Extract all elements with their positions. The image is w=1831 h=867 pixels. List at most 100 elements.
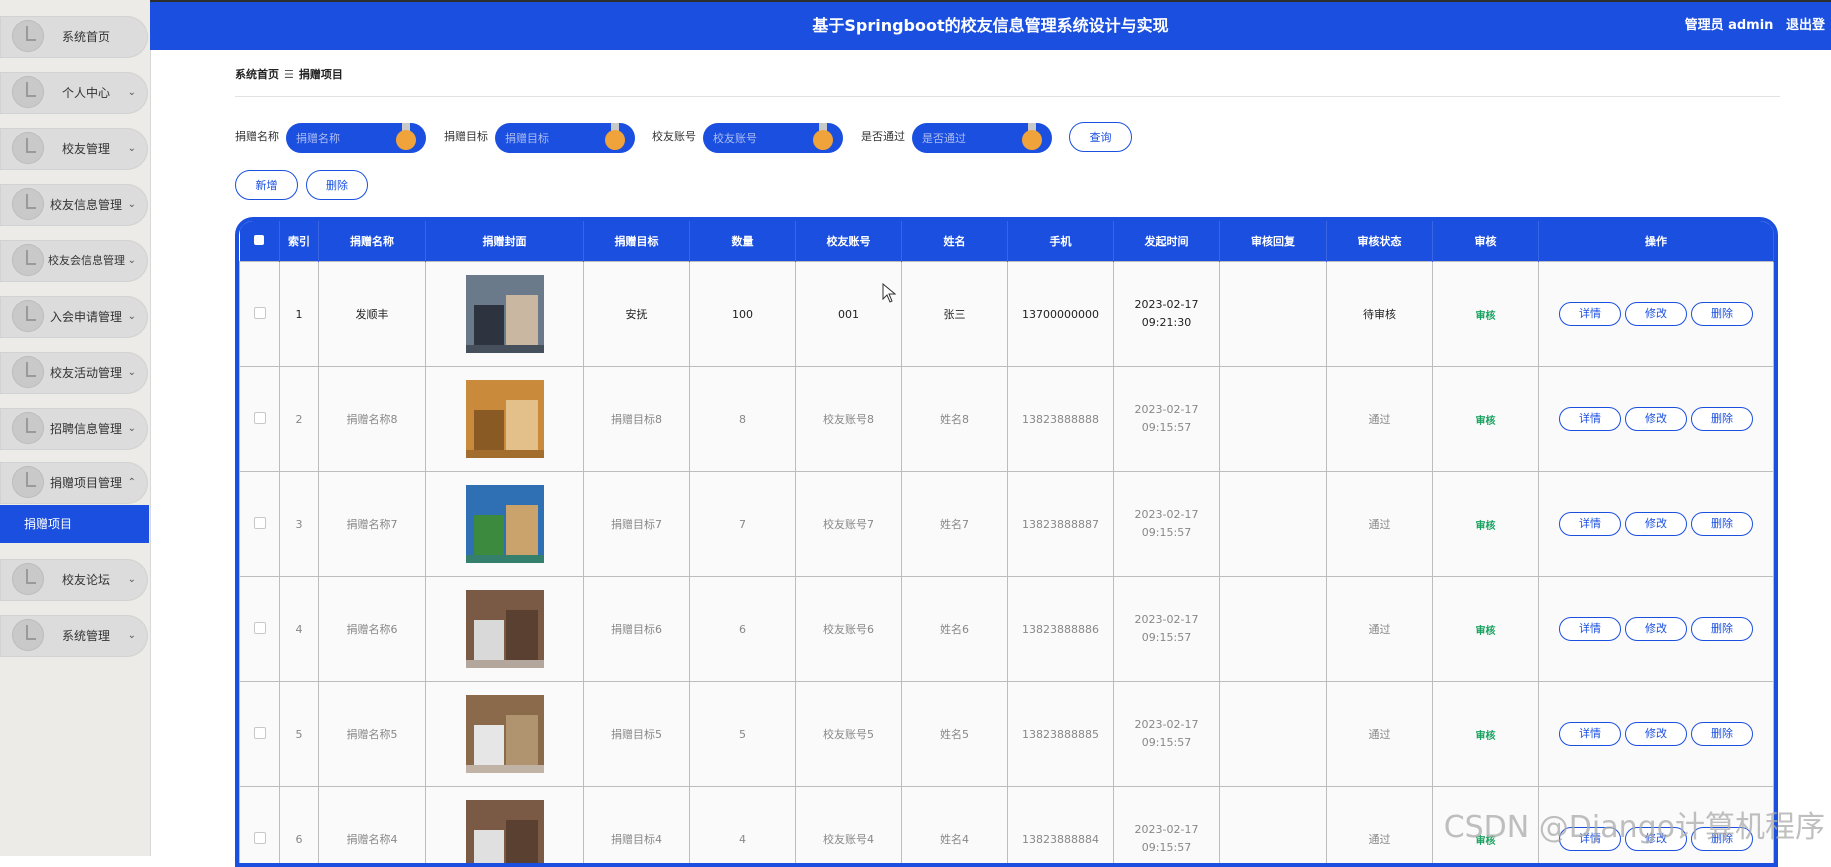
cell-index: 1	[280, 262, 319, 367]
cell-person: 张三	[902, 262, 1008, 367]
delete-button[interactable]: 删除	[1691, 302, 1753, 326]
cell-reply	[1220, 682, 1327, 787]
cell-time: 2023-02-17 09:15:57	[1114, 472, 1220, 577]
cell-person: 姓名5	[902, 682, 1008, 787]
row-checkbox[interactable]	[240, 472, 280, 577]
chevron-down-icon: ⌄	[128, 408, 136, 450]
sidebar-item-activities[interactable]: 校友活动管理 ⌄	[0, 352, 148, 394]
cell-cover	[426, 367, 584, 472]
menu-icon: ☰	[284, 68, 294, 81]
column-header: 捐赠封面	[426, 221, 584, 262]
cell-person: 姓名7	[902, 472, 1008, 577]
row-checkbox[interactable]	[240, 787, 280, 867]
cell-index: 2	[280, 367, 319, 472]
sidebar-item-alumni-info[interactable]: 校友信息管理 ⌄	[0, 184, 148, 226]
cell-name: 捐赠名称4	[319, 787, 426, 867]
detail-button[interactable]: 详情	[1559, 722, 1621, 746]
sidebar-item-personal-center[interactable]: 个人中心 ⌄	[0, 72, 148, 114]
column-header: 姓名	[902, 221, 1008, 262]
row-checkbox[interactable]	[240, 577, 280, 682]
sidebar-item-association-info[interactable]: 校友会信息管理 ⌄	[0, 240, 148, 282]
cell-reply	[1220, 367, 1327, 472]
sidebar-item-label: 入会申请管理	[48, 296, 124, 338]
chevron-down-icon: ⌄	[128, 559, 136, 601]
cell-quantity: 100	[690, 262, 796, 367]
cell-status: 通过	[1327, 682, 1433, 787]
cell-audit: 审核	[1433, 367, 1539, 472]
sidebar: 系统首页 个人中心 ⌄ 校友管理 ⌄ 校友信息管理 ⌄ 校友会信息管理 ⌄ 入会…	[0, 0, 151, 856]
column-header: 审核回复	[1220, 221, 1327, 262]
sidebar-item-membership[interactable]: 入会申请管理 ⌄	[0, 296, 148, 338]
detail-button[interactable]: 详情	[1559, 302, 1621, 326]
cell-account: 校友账号8	[796, 367, 902, 472]
sidebar-item-recruitment[interactable]: 招聘信息管理 ⌄	[0, 408, 148, 450]
sidebar-item-label: 校友论坛	[48, 559, 124, 601]
cell-cover	[426, 472, 584, 577]
cell-target: 捐赠目标8	[584, 367, 690, 472]
logout-link[interactable]: 退出登	[1786, 18, 1825, 33]
clock-icon	[12, 466, 44, 498]
audit-link[interactable]: 审核	[1476, 416, 1496, 427]
delete-button[interactable]: 删除	[1691, 722, 1753, 746]
delete-button[interactable]: 删除	[1691, 512, 1753, 536]
search-label-approved: 是否通过	[861, 129, 905, 145]
sidebar-item-system[interactable]: 系统管理 ⌄	[0, 615, 148, 657]
cell-name: 发顺丰	[319, 262, 426, 367]
query-button[interactable]: 查询	[1069, 122, 1132, 152]
cell-status: 通过	[1327, 577, 1433, 682]
chevron-down-icon: ⌄	[128, 615, 136, 657]
audit-link[interactable]: 审核	[1476, 311, 1496, 322]
edit-button[interactable]: 修改	[1625, 407, 1687, 431]
sidebar-subitem-donation-project[interactable]: 捐赠项目	[0, 505, 149, 543]
cell-person: 姓名6	[902, 577, 1008, 682]
row-checkbox[interactable]	[240, 262, 280, 367]
edit-button[interactable]: 修改	[1625, 617, 1687, 641]
audit-link[interactable]: 审核	[1476, 626, 1496, 637]
cell-audit: 审核	[1433, 472, 1539, 577]
column-header: 校友账号	[796, 221, 902, 262]
clock-icon	[12, 76, 44, 108]
edit-button[interactable]: 修改	[1625, 302, 1687, 326]
clock-icon	[12, 300, 44, 332]
detail-button[interactable]: 详情	[1559, 407, 1621, 431]
sidebar-item-home[interactable]: 系统首页	[0, 16, 148, 58]
cell-audit: 审核	[1433, 262, 1539, 367]
cover-image	[466, 485, 544, 563]
audit-link[interactable]: 审核	[1476, 521, 1496, 532]
cell-index: 6	[280, 787, 319, 867]
cell-phone: 13823888887	[1008, 472, 1114, 577]
edit-button[interactable]: 修改	[1625, 512, 1687, 536]
cover-image	[466, 275, 544, 353]
batch-delete-button[interactable]: 删除	[306, 170, 368, 200]
row-checkbox[interactable]	[240, 682, 280, 787]
add-button[interactable]: 新增	[235, 170, 298, 200]
breadcrumb-home[interactable]: 系统首页	[235, 68, 279, 81]
sidebar-item-forum[interactable]: 校友论坛 ⌄	[0, 559, 148, 601]
delete-button[interactable]: 删除	[1691, 617, 1753, 641]
audit-link[interactable]: 审核	[1476, 731, 1496, 742]
row-checkbox[interactable]	[240, 367, 280, 472]
sidebar-item-alumni[interactable]: 校友管理 ⌄	[0, 128, 148, 170]
sidebar-item-donation[interactable]: 捐赠项目管理 ⌃	[0, 462, 148, 504]
clock-icon	[12, 188, 44, 220]
detail-button[interactable]: 详情	[1559, 617, 1621, 641]
medal-icon	[396, 123, 416, 153]
cover-image	[466, 590, 544, 668]
cell-reply	[1220, 472, 1327, 577]
chevron-down-icon: ⌄	[128, 296, 136, 338]
user-name: 管理员 admin	[1685, 18, 1774, 33]
cell-audit: 审核	[1433, 577, 1539, 682]
cell-cover	[426, 577, 584, 682]
cell-phone: 13823888885	[1008, 682, 1114, 787]
watermark: CSDN @Django计算机程序	[1444, 802, 1825, 846]
cell-time: 2023-02-17 09:15:57	[1114, 577, 1220, 682]
select-all-checkbox[interactable]	[240, 221, 280, 262]
detail-button[interactable]: 详情	[1559, 512, 1621, 536]
cell-person: 姓名4	[902, 787, 1008, 867]
cell-cover	[426, 682, 584, 787]
cell-account: 校友账号7	[796, 472, 902, 577]
cell-account: 001	[796, 262, 902, 367]
delete-button[interactable]: 删除	[1691, 407, 1753, 431]
edit-button[interactable]: 修改	[1625, 722, 1687, 746]
clock-icon	[12, 619, 44, 651]
